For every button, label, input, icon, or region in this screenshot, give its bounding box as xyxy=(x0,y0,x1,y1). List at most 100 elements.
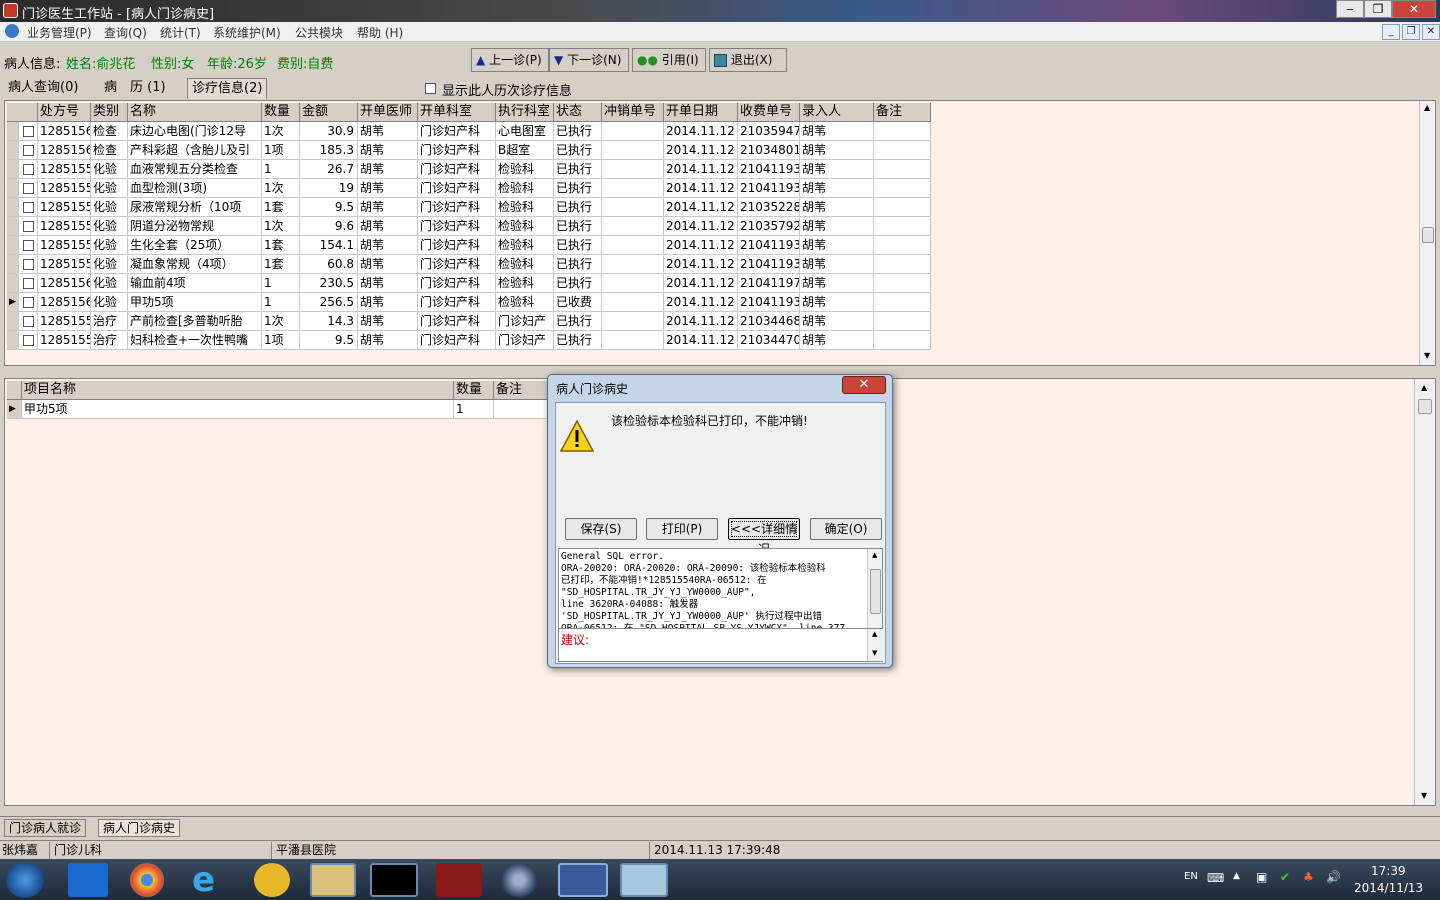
sql-icon[interactable] xyxy=(558,863,608,897)
scroll-thumb[interactable] xyxy=(870,569,881,614)
scroll-up-icon[interactable]: ▲ xyxy=(1424,103,1430,112)
grid-header-cell[interactable]: 备注 xyxy=(494,381,550,400)
table-cell[interactable]: 胡苇 xyxy=(358,179,418,198)
table-cell[interactable]: 门诊妇产科 xyxy=(418,331,496,350)
row-indicator[interactable] xyxy=(7,255,19,274)
table-cell[interactable] xyxy=(874,312,931,331)
table-cell[interactable]: 154.1 xyxy=(300,236,358,255)
table-cell[interactable]: 9.5 xyxy=(300,198,358,217)
table-cell[interactable]: 检验科 xyxy=(496,293,554,312)
menu-common[interactable]: 公共模块 xyxy=(295,24,343,41)
security-icon[interactable]: ✔ xyxy=(1280,870,1290,884)
table-cell[interactable]: 1次 xyxy=(262,179,300,198)
table-cell[interactable]: 21041193 xyxy=(738,236,800,255)
table-cell[interactable]: 60.8 xyxy=(300,255,358,274)
tab-medical-record[interactable]: 病 历 (1) xyxy=(100,78,170,99)
grid-header-cell[interactable]: 录入人 xyxy=(800,103,874,122)
table-cell[interactable]: 检验科 xyxy=(496,217,554,236)
table-cell[interactable]: 1套 xyxy=(262,255,300,274)
table-cell[interactable]: 已执行 xyxy=(554,160,602,179)
language-indicator[interactable]: EN xyxy=(1184,871,1198,882)
table-cell[interactable] xyxy=(874,331,931,350)
table-cell[interactable]: 1285156 xyxy=(38,122,91,141)
ietester-icon[interactable] xyxy=(254,863,290,897)
table-cell[interactable]: 1285155 xyxy=(38,236,91,255)
table-cell[interactable]: 已执行 xyxy=(554,122,602,141)
keyboard-icon[interactable]: ⌨ xyxy=(1207,871,1224,885)
save-button[interactable]: 保存(S) xyxy=(565,518,637,540)
table-cell[interactable]: 门诊妇产科 xyxy=(418,160,496,179)
scroll-up-icon[interactable]: ▲ xyxy=(1421,383,1427,392)
table-cell[interactable]: 1285155 xyxy=(38,331,91,350)
scroll-down-icon[interactable]: ▼ xyxy=(872,649,877,657)
table-cell[interactable]: 化验 xyxy=(91,236,128,255)
grid-header-cell[interactable]: 开单医师 xyxy=(358,103,418,122)
table-cell[interactable] xyxy=(602,179,664,198)
table-cell[interactable] xyxy=(602,274,664,293)
table-cell[interactable] xyxy=(602,122,664,141)
table-cell[interactable]: 产前检查[多普勒听胎 xyxy=(128,312,262,331)
table-cell[interactable]: 产科彩超（含胎儿及引 xyxy=(128,141,262,160)
row-indicator[interactable] xyxy=(7,274,19,293)
grid-header-cell[interactable]: 备注 xyxy=(874,103,931,122)
row-checkbox[interactable] xyxy=(23,335,34,346)
table-cell[interactable]: 21035228 xyxy=(738,198,800,217)
table-cell[interactable]: 床边心电图(门诊12导 xyxy=(128,122,262,141)
table-cell[interactable] xyxy=(602,217,664,236)
table-cell[interactable] xyxy=(874,255,931,274)
table-cell[interactable]: 胡苇 xyxy=(800,236,874,255)
grid-header-cell[interactable]: 名称 xyxy=(128,103,262,122)
table-cell[interactable]: 血型检测(3项) xyxy=(128,179,262,198)
ie-icon[interactable]: e xyxy=(192,863,232,897)
tray-app-icon[interactable]: ♣ xyxy=(1303,870,1314,884)
table-cell[interactable]: 已执行 xyxy=(554,312,602,331)
table-cell[interactable]: 1285155 xyxy=(38,179,91,198)
table-cell[interactable]: 门诊妇产科 xyxy=(418,293,496,312)
print-button[interactable]: 打印(P) xyxy=(646,518,718,540)
dialog-close-button[interactable]: ✕ xyxy=(842,376,886,394)
table-cell[interactable] xyxy=(874,198,931,217)
grid-header-cell[interactable]: 数量 xyxy=(454,381,494,400)
table-cell[interactable]: 检验科 xyxy=(496,255,554,274)
table-cell[interactable]: 胡苇 xyxy=(800,217,874,236)
table-cell[interactable]: 2014.11.12 xyxy=(664,198,738,217)
table-cell[interactable] xyxy=(874,293,931,312)
table-cell[interactable] xyxy=(874,274,931,293)
table-cell[interactable]: 1285156 xyxy=(38,293,91,312)
row-indicator[interactable]: ▶ xyxy=(7,293,19,312)
grid-header-cell[interactable]: 执行科室 xyxy=(496,103,554,122)
grid-header-cell[interactable]: 状态 xyxy=(554,103,602,122)
table-cell[interactable]: 1285155 xyxy=(38,312,91,331)
row-checkbox[interactable] xyxy=(23,278,34,289)
table-cell[interactable] xyxy=(874,236,931,255)
table-cell[interactable]: 19 xyxy=(300,179,358,198)
table-cell[interactable]: 胡苇 xyxy=(800,255,874,274)
table-cell[interactable]: 21035792 xyxy=(738,217,800,236)
table-cell[interactable]: 化验 xyxy=(91,255,128,274)
table-cell[interactable]: 已执行 xyxy=(554,274,602,293)
table-cell[interactable]: 胡苇 xyxy=(358,160,418,179)
prev-visit-button[interactable]: ▲ 上一诊(P) xyxy=(471,48,549,72)
close-button[interactable]: ✕ xyxy=(1392,0,1436,18)
table-cell[interactable]: 185.3 xyxy=(300,141,358,160)
table-cell[interactable]: 21041197 xyxy=(738,274,800,293)
table-cell[interactable] xyxy=(874,217,931,236)
scroll-down-icon[interactable]: ▼ xyxy=(1424,351,1430,360)
grid-header-cell[interactable]: 处方号 xyxy=(38,103,91,122)
mdi-close-button[interactable]: ✕ xyxy=(1422,24,1440,40)
table-cell[interactable]: 血液常规五分类检查 xyxy=(128,160,262,179)
table-cell[interactable]: 已执行 xyxy=(554,179,602,198)
table-cell[interactable]: 检查 xyxy=(91,141,128,160)
table-cell[interactable] xyxy=(874,179,931,198)
table-cell[interactable]: 2014.11.12 xyxy=(664,236,738,255)
table-cell[interactable] xyxy=(874,122,931,141)
table-cell[interactable]: 26.7 xyxy=(300,160,358,179)
grid-header-cell[interactable]: 金额 xyxy=(300,103,358,122)
history-checkbox[interactable] xyxy=(425,83,436,94)
table-cell[interactable]: 2014.11.12 xyxy=(664,331,738,350)
menu-help[interactable]: 帮助 (H) xyxy=(357,24,403,41)
tab-treatment-info[interactable]: 诊疗信息(2) xyxy=(187,78,268,99)
table-cell[interactable]: 检查 xyxy=(91,122,128,141)
table-cell[interactable]: 门诊妇产科 xyxy=(418,312,496,331)
table-cell[interactable]: 1 xyxy=(262,274,300,293)
